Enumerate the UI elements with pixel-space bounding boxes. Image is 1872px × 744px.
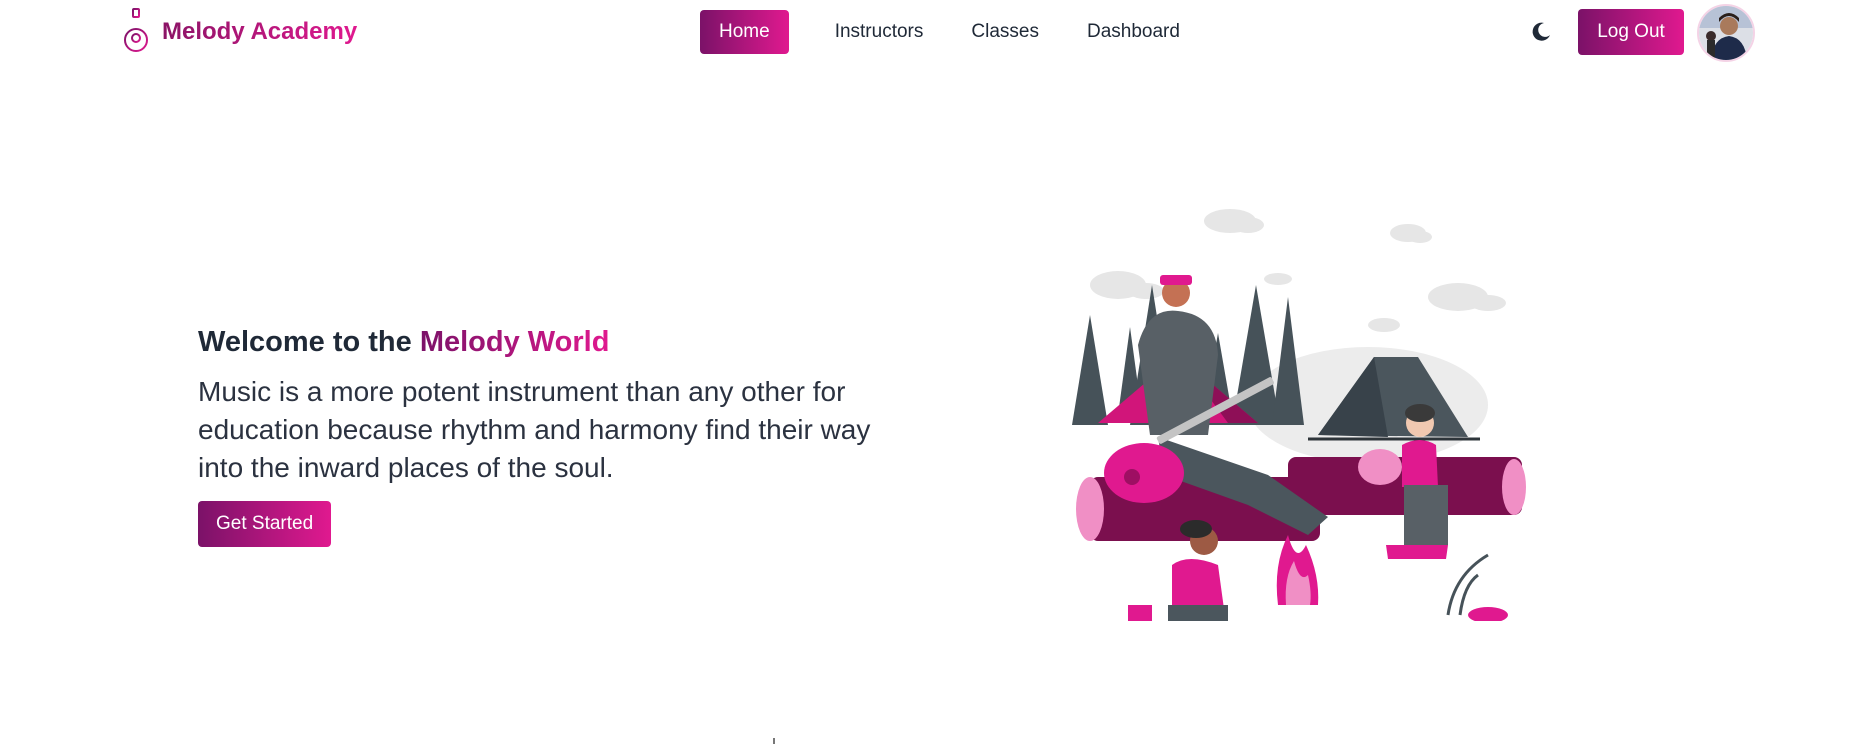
moon-icon[interactable] bbox=[1525, 16, 1557, 48]
brand[interactable]: Melody Academy bbox=[120, 7, 358, 58]
nav-instructors[interactable]: Instructors bbox=[813, 10, 946, 54]
hero-section: Welcome to the Melody World Music is a m… bbox=[198, 326, 918, 547]
logout-button[interactable]: Log Out bbox=[1578, 9, 1684, 55]
nav-home[interactable]: Home bbox=[700, 10, 789, 54]
divider-mark bbox=[773, 738, 775, 744]
hero-description: Music is a more potent instrument than a… bbox=[198, 376, 871, 483]
campfire-music-illustration bbox=[1068, 205, 1528, 623]
hero-title-prefix: Welcome to the bbox=[198, 326, 420, 358]
main-nav: Home Instructors Classes Dashboard bbox=[700, 10, 1206, 54]
nav-dashboard[interactable]: Dashboard bbox=[1065, 10, 1202, 54]
avatar[interactable] bbox=[1697, 4, 1755, 62]
brand-name: Melody Academy bbox=[162, 18, 358, 45]
nav-classes[interactable]: Classes bbox=[949, 10, 1061, 54]
get-started-button[interactable]: Get Started bbox=[198, 501, 332, 547]
hero-title-highlight: Melody World bbox=[419, 326, 610, 358]
navbar: Melody Academy Home Instructors Classes … bbox=[0, 0, 1872, 64]
guitar-icon bbox=[120, 7, 152, 58]
hero-title: Welcome to the Melody World bbox=[198, 326, 918, 359]
